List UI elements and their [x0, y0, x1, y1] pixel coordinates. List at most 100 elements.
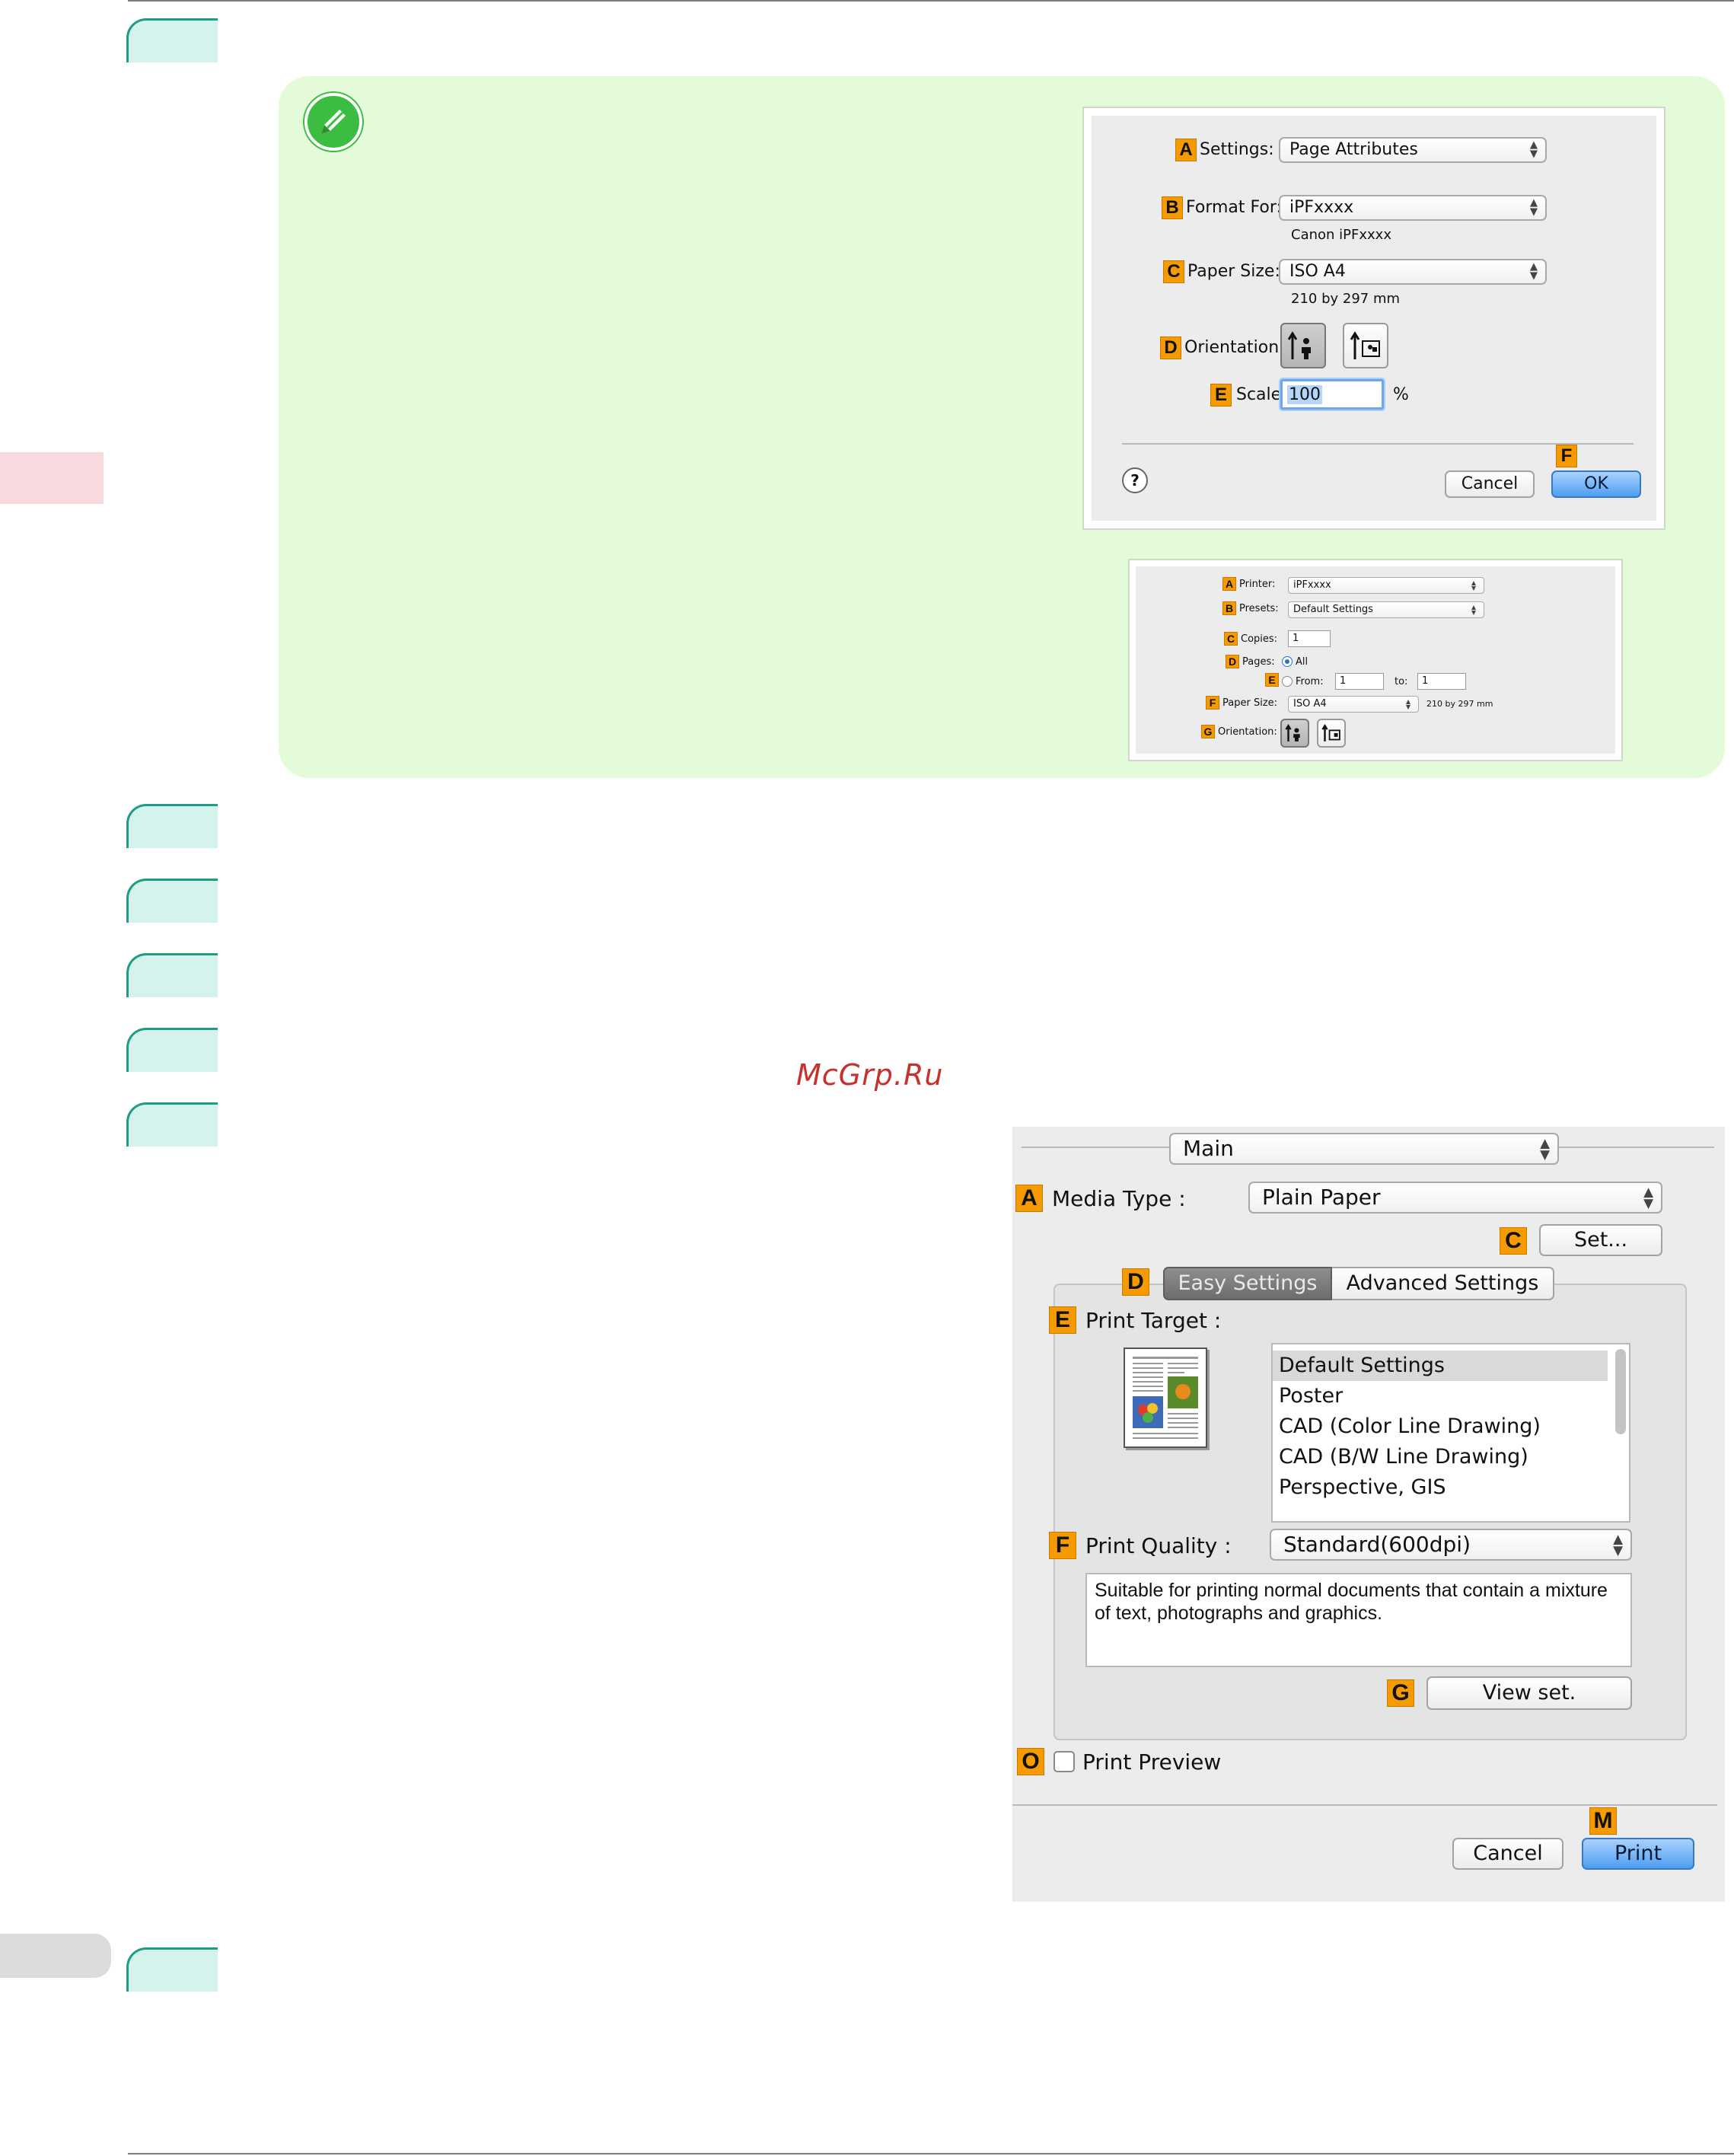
key-label: A — [1175, 139, 1197, 161]
key-label: F — [1049, 1532, 1076, 1559]
scale-label: Scale: — [1236, 385, 1287, 404]
help-button[interactable]: ? — [1122, 467, 1148, 493]
cancel-button[interactable]: Cancel — [1452, 1838, 1563, 1870]
list-item[interactable]: Poster — [1273, 1381, 1608, 1411]
tab-advanced-settings[interactable]: Advanced Settings — [1332, 1267, 1554, 1300]
chapter-marker — [0, 452, 104, 504]
page-number-tab — [0, 1934, 111, 1978]
portrait-orientation-button[interactable] — [1280, 719, 1309, 748]
print-button[interactable]: Print — [1582, 1838, 1694, 1870]
presets-popup[interactable]: Default Settings ▲ ▼ — [1288, 601, 1484, 618]
to-input[interactable]: 1 — [1417, 673, 1466, 690]
paper-size-label: Paper Size: — [1187, 262, 1280, 281]
print-quality-popup[interactable]: Standard(600dpi) ▲ ▼ — [1270, 1529, 1632, 1561]
watermark: McGrp.Ru — [796, 1058, 944, 1092]
pages-from-radio[interactable] — [1282, 676, 1293, 687]
panel-popup[interactable]: Main ▲ ▼ — [1169, 1133, 1559, 1165]
paper-dimensions-text: 210 by 297 mm — [1426, 699, 1493, 709]
pencil-note-icon — [304, 93, 362, 151]
list-item[interactable]: Default Settings — [1273, 1351, 1608, 1381]
portrait-icon — [1287, 331, 1311, 359]
popup-arrows-icon: ▲ ▼ — [1613, 1530, 1623, 1558]
paper-size-value: ISO A4 — [1289, 262, 1346, 281]
key-label: B — [1162, 196, 1183, 219]
key-label: E — [1210, 384, 1232, 407]
panel-value: Main — [1183, 1136, 1234, 1161]
top-rule — [128, 0, 1734, 2]
to-label: to: — [1395, 676, 1408, 687]
key-label: C — [1163, 260, 1184, 283]
printer-popup[interactable]: iPFxxxx ▲ ▼ — [1288, 577, 1484, 594]
key-label: D — [1122, 1268, 1149, 1296]
list-item[interactable]: Perspective, GIS — [1273, 1472, 1608, 1503]
media-type-popup[interactable]: Plain Paper ▲ ▼ — [1248, 1182, 1662, 1214]
copies-label: Copies: — [1241, 633, 1278, 645]
key-label: F — [1556, 445, 1577, 467]
orientation-label: Orientation: — [1184, 338, 1285, 357]
print-quality-label: Print Quality : — [1085, 1533, 1232, 1558]
bottom-rule — [128, 2153, 1734, 2154]
list-item[interactable]: CAD (Color Line Drawing) — [1273, 1411, 1608, 1442]
key-label: D — [1160, 336, 1181, 359]
print-main-dialog: Main ▲ ▼ A Media Type : Plain Paper ▲ ▼ C … — [1012, 1127, 1725, 1902]
cancel-button[interactable]: Cancel — [1445, 470, 1535, 498]
portrait-orientation-button[interactable] — [1280, 323, 1326, 368]
percent-sign: % — [1393, 385, 1409, 404]
list-scrollbar[interactable] — [1615, 1349, 1626, 1434]
settings-label: Settings: — [1200, 140, 1274, 159]
ok-button[interactable]: OK — [1551, 470, 1641, 498]
popup-arrows-icon: ▲ ▼ — [1529, 261, 1538, 282]
popup-arrows-icon: ▲ ▼ — [1471, 603, 1476, 616]
print-target-list[interactable]: Default Settings Poster CAD (Color Line … — [1271, 1343, 1630, 1523]
key-label: G — [1387, 1679, 1414, 1707]
pages-all-radio[interactable] — [1282, 656, 1293, 667]
key-label: M — [1589, 1807, 1617, 1835]
landscape-orientation-button[interactable] — [1317, 719, 1346, 748]
step-marker — [126, 18, 218, 62]
popup-arrows-icon: ▲ ▼ — [1406, 697, 1410, 710]
pages-label: Pages: — [1242, 656, 1275, 668]
quality-description: Suitable for printing normal documents t… — [1085, 1573, 1632, 1667]
tab-easy-settings[interactable]: Easy Settings — [1163, 1267, 1332, 1300]
printer-value: iPFxxxx — [1293, 579, 1331, 591]
set-button[interactable]: Set... — [1539, 1224, 1662, 1256]
page-setup-dialog: A Settings: Page Attributes ▲ ▼ B Format … — [1084, 108, 1664, 528]
key-label: D — [1226, 655, 1239, 668]
step-marker — [126, 1947, 218, 1992]
key-label: A — [1222, 577, 1236, 591]
print-dialog-compact: A Printer: iPFxxxx ▲ ▼ B Presets: Default… — [1130, 560, 1621, 760]
step-marker — [126, 953, 218, 997]
print-preview-checkbox[interactable] — [1053, 1751, 1075, 1772]
pages-all-label: All — [1296, 656, 1308, 668]
popup-arrows-icon: ▲ ▼ — [1540, 1134, 1550, 1162]
media-type-value: Plain Paper — [1262, 1185, 1381, 1210]
popup-arrows-icon: ▲ ▼ — [1529, 197, 1538, 218]
from-input[interactable]: 1 — [1335, 673, 1384, 690]
step-marker — [126, 1028, 218, 1072]
list-item[interactable]: CAD (B/W Line Drawing) — [1273, 1442, 1608, 1472]
printer-label: Printer: — [1239, 579, 1276, 590]
landscape-orientation-button[interactable] — [1343, 323, 1388, 368]
document-preview-icon — [1133, 1357, 1198, 1439]
printer-model-text: Canon iPFxxxx — [1291, 227, 1391, 243]
scale-input[interactable]: 100 — [1280, 379, 1384, 410]
step-marker — [126, 1102, 218, 1147]
step-marker — [126, 879, 218, 923]
paper-size-value: ISO A4 — [1293, 698, 1327, 710]
paper-size-popup[interactable]: ISO A4 ▲ ▼ — [1279, 259, 1547, 285]
print-target-label: Print Target : — [1085, 1308, 1222, 1333]
popup-arrows-icon: ▲ ▼ — [1643, 1183, 1653, 1210]
format-for-popup[interactable]: iPFxxxx ▲ ▼ — [1279, 195, 1547, 221]
settings-popup[interactable]: Page Attributes ▲ ▼ — [1279, 137, 1547, 163]
popup-arrows-icon: ▲ ▼ — [1471, 579, 1476, 592]
step-marker — [126, 804, 218, 848]
paper-size-label: Paper Size: — [1222, 697, 1278, 709]
scale-value: 100 — [1287, 385, 1322, 404]
view-set-button[interactable]: View set. — [1426, 1676, 1632, 1710]
key-label: C — [1224, 632, 1238, 646]
media-type-label: Media Type : — [1052, 1186, 1186, 1211]
paper-size-popup[interactable]: ISO A4 ▲ ▼ — [1288, 696, 1419, 713]
key-label: O — [1017, 1748, 1044, 1775]
document-thumbnail — [1124, 1348, 1207, 1448]
copies-input[interactable]: 1 — [1288, 630, 1331, 647]
